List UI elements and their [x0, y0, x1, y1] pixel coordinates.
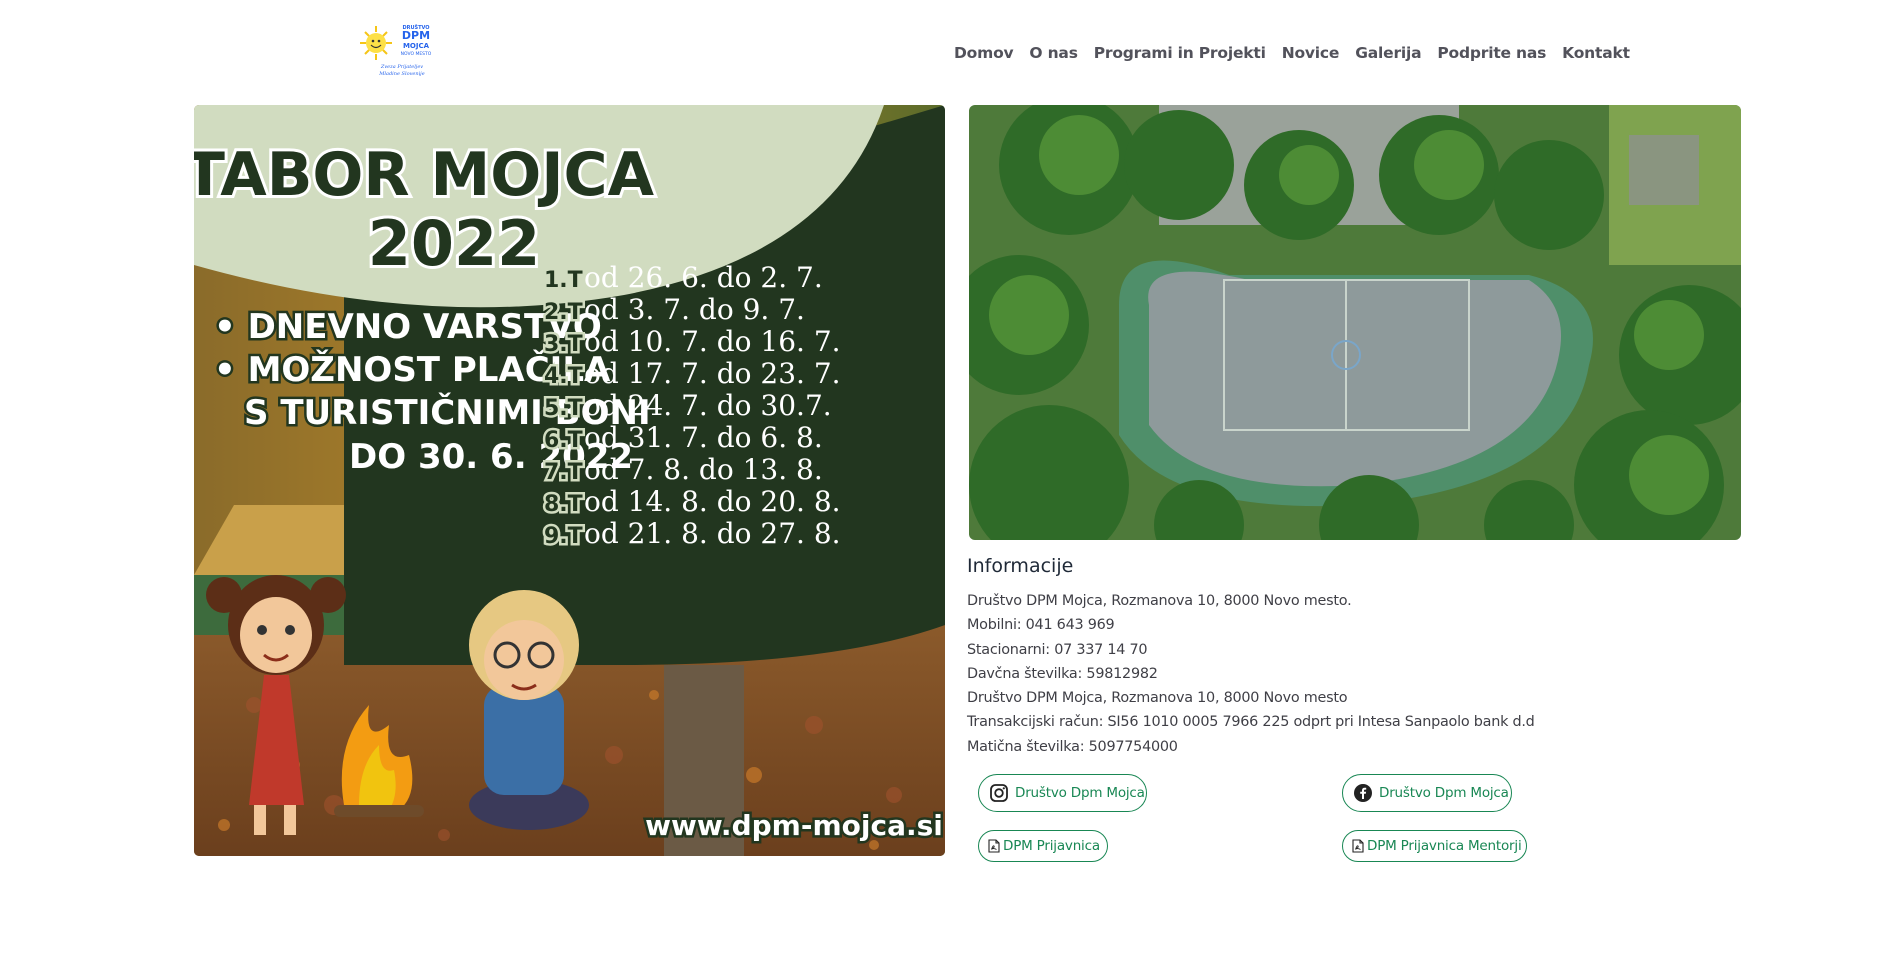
- info-details: Društvo DPM Mojca, Rozmanova 10, 8000 No…: [967, 589, 1535, 759]
- svg-text:2022: 2022: [368, 207, 541, 280]
- info-bank-account: Transakcijski račun: SI56 1010 0005 7966…: [967, 714, 1535, 731]
- svg-text:DPM: DPM: [402, 29, 430, 42]
- svg-text:9.T: 9.T: [544, 524, 583, 549]
- info-registration-number: Matična številka: 5097754000: [967, 738, 1178, 755]
- svg-text:od 26. 6. do 2. 7.: od 26. 6. do 2. 7.: [584, 261, 823, 294]
- facebook-link-button[interactable]: Društvo Dpm Mojca: [1342, 774, 1512, 812]
- info-address-2: Društvo DPM Mojca, Rozmanova 10, 8000 No…: [967, 690, 1348, 707]
- svg-text:www.dpm-mojca.si: www.dpm-mojca.si: [645, 809, 943, 842]
- svg-text:6.T: 6.T: [544, 428, 583, 453]
- svg-text:od 3. 7. do 9. 7.: od 3. 7. do 9. 7.: [584, 293, 805, 326]
- svg-text:od 21. 8. do 27. 8.: od 21. 8. do 27. 8.: [584, 517, 841, 550]
- poster-image: TABOR MOJCA 2022 • DNEVNO VARSTVO • MOŽN…: [194, 105, 945, 856]
- camp-aerial-photo: [969, 105, 1741, 540]
- pdf-file-icon: [1352, 839, 1364, 853]
- info-landline: Stacionarni: 07 337 14 70: [967, 641, 1148, 658]
- svg-text:od 24. 7. do 30.7.: od 24. 7. do 30.7.: [584, 389, 832, 422]
- term-row: 6.T od 31. 7. do 6. 8.: [542, 421, 823, 456]
- svg-text:5.T: 5.T: [544, 396, 583, 421]
- dpm-prijavnica-mentorji-link-button[interactable]: DPM Prijavnica Mentorji: [1342, 830, 1527, 862]
- svg-text:od 7. 8. do 13. 8.: od 7. 8. do 13. 8.: [584, 453, 823, 486]
- svg-text:Mladine Slovenije: Mladine Slovenije: [378, 71, 424, 77]
- nav-kontakt[interactable]: Kontakt: [1554, 44, 1638, 62]
- nav-podprite-nas[interactable]: Podprite nas: [1429, 44, 1554, 62]
- svg-text:1.T: 1.T: [544, 268, 583, 293]
- svg-text:2.T: 2.T: [544, 300, 583, 325]
- dpm-prijavnica-label: DPM Prijavnica: [1003, 838, 1100, 854]
- svg-text:4.T: 4.T: [544, 364, 583, 389]
- term-row: 9.T od 21. 8. do 27. 8.: [542, 517, 841, 552]
- instagram-link-button[interactable]: Društvo Dpm Mojca: [978, 774, 1147, 812]
- nav-domov[interactable]: Domov: [946, 44, 1021, 62]
- instagram-icon: [990, 784, 1008, 802]
- info-address: Društvo DPM Mojca, Rozmanova 10, 8000 No…: [967, 593, 1352, 609]
- aerial-image: [969, 105, 1741, 540]
- svg-text:TABOR MOJCA: TABOR MOJCA: [194, 140, 655, 210]
- facebook-link-label: Društvo Dpm Mojca: [1379, 785, 1509, 801]
- nav-programi-in-projekti[interactable]: Programi in Projekti: [1086, 44, 1274, 62]
- term-row: 5.T od 24. 7. do 30.7.: [542, 389, 832, 424]
- svg-text:MOJCA: MOJCA: [403, 42, 430, 50]
- facebook-icon: [1354, 784, 1372, 802]
- term-row: 1.T od 26. 6. do 2. 7.: [542, 261, 823, 296]
- pdf-file-icon: [988, 839, 1000, 853]
- svg-text:od 17. 7. do 23. 7.: od 17. 7. do 23. 7.: [584, 357, 841, 390]
- svg-text:8.T: 8.T: [544, 492, 583, 517]
- svg-text:Zveza Prijateljev: Zveza Prijateljev: [380, 64, 423, 70]
- info-tax-number: Davčna številka: 59812982: [967, 665, 1158, 682]
- svg-text:od 10. 7. do 16. 7.: od 10. 7. do 16. 7.: [584, 325, 841, 358]
- main-nav: Domov O nas Programi in Projekti Novice …: [946, 44, 1638, 62]
- nav-galerija[interactable]: Galerija: [1347, 44, 1429, 62]
- instagram-link-label: Društvo Dpm Mojca: [1015, 785, 1145, 801]
- nav-novice[interactable]: Novice: [1274, 44, 1348, 62]
- dpm-prijavnica-mentorji-label: DPM Prijavnica Mentorji: [1367, 838, 1522, 854]
- svg-text:7.T: 7.T: [544, 460, 583, 485]
- term-row: 8.T od 14. 8. do 20. 8.: [542, 485, 841, 520]
- site-logo[interactable]: DRUŠTVO DPM MOJCA NOVO MESTO Zveza Prija…: [358, 20, 440, 84]
- dpm-prijavnica-link-button[interactable]: DPM Prijavnica: [978, 830, 1108, 862]
- info-mobile: Mobilni: 041 643 969: [967, 617, 1115, 634]
- term-row: 2.T od 3. 7. do 9. 7.: [542, 293, 805, 328]
- sun-logo-icon: DRUŠTVO DPM MOJCA NOVO MESTO Zveza Prija…: [360, 24, 432, 77]
- svg-text:NOVO MESTO: NOVO MESTO: [401, 51, 432, 57]
- svg-text:3.T: 3.T: [544, 332, 583, 357]
- info-heading: Informacije: [967, 555, 1074, 577]
- svg-text:od 31. 7. do 6. 8.: od 31. 7. do 6. 8.: [584, 421, 823, 454]
- tabor-mojca-poster: TABOR MOJCA 2022 • DNEVNO VARSTVO • MOŽN…: [194, 105, 945, 856]
- term-row: 3.T od 10. 7. do 16. 7.: [542, 325, 841, 360]
- term-row: 7.T od 7. 8. do 13. 8.: [542, 453, 823, 488]
- svg-text:od 14. 8. do 20. 8.: od 14. 8. do 20. 8.: [584, 485, 841, 518]
- nav-o-nas[interactable]: O nas: [1021, 44, 1085, 62]
- term-row: 4.T od 17. 7. do 23. 7.: [542, 357, 841, 392]
